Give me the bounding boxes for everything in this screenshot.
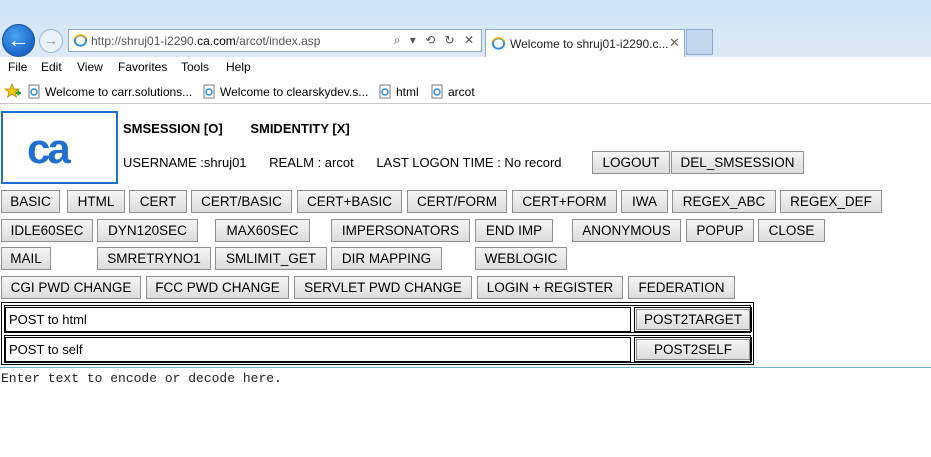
user-info: USERNAME :shruj01 REALM : arcot LAST LOG… [123,155,581,170]
post2target-button[interactable]: POST2TARGET [636,309,750,330]
ca-logo-icon: ca [27,125,74,172]
weblogic-button[interactable]: WEBLOGIC [475,247,567,270]
arrow-right-icon: → [44,32,58,48]
logout-button[interactable]: LOGOUT [592,151,670,174]
tab-title: Welcome to shruj01-i2290.c... [510,37,669,51]
ie-tab-icon [491,37,506,50]
close-button[interactable]: CLOSE [758,219,825,242]
post2self-button[interactable]: POST2SELF [636,339,750,360]
address-tools[interactable]: ⌕ ▾ ⟲ ↻ ✕ [394,33,477,48]
mail-button[interactable]: MAIL [1,247,51,270]
smsession-status: SMSESSION [O] [123,121,223,136]
iwa-button[interactable]: IWA [621,190,668,213]
favorite-link[interactable]: Welcome to clearskydev.s... [203,84,368,99]
menu-favorites[interactable]: Favorites [118,60,167,74]
address-url[interactable]: http://shruj01-i2290.ca.com/arcot/index.… [91,34,320,48]
post-html-row: POST to html POST2TARGET [4,305,752,333]
post2target-cell: POST2TARGET [634,307,752,332]
post2self-cell: POST2SELF [634,337,752,362]
anonymous-button[interactable]: ANONYMOUS [572,219,681,242]
page-content: ca SMSESSION [O] SMIDENTITY [X] USERNAME… [0,104,931,457]
favorites-bar: Welcome to carr.solutions... Welcome to … [0,79,931,104]
forward-button[interactable]: → [39,29,63,53]
page-icon [203,84,215,99]
cert-form-button[interactable]: CERT/FORM [407,190,507,213]
page-icon [28,84,40,99]
page-icon [379,84,391,99]
post-html-input[interactable]: POST to html [5,307,631,332]
impersonators-button[interactable]: IMPERSONATORS [331,219,470,242]
dyn120sec-button[interactable]: DYN120SEC [97,219,198,242]
favorite-link[interactable]: Welcome to carr.solutions... [28,84,192,99]
smretryno1-button[interactable]: SMRETRYNO1 [97,247,211,270]
new-tab-button[interactable] [686,29,713,55]
cert-plus-basic-button[interactable]: CERT+BASIC [297,190,402,213]
logo-text: ca [27,125,71,172]
encode-decode-textarea[interactable]: Enter text to encode or decode here. [0,367,931,457]
dir-mapping-button[interactable]: DIR MAPPING [331,247,442,270]
address-bar[interactable]: http://shruj01-i2290.ca.com/arcot/index.… [68,29,482,52]
session-flags: SMSESSION [O] SMIDENTITY [X] [123,121,374,136]
arrow-left-icon: ← [7,27,30,52]
post-self-input[interactable]: POST to self [5,337,631,362]
last-logon-label: LAST LOGON TIME : No record [376,155,562,170]
close-icon[interactable]: ✕ [669,35,680,51]
menu-view[interactable]: View [77,60,103,74]
login-register-button[interactable]: LOGIN + REGISTER [477,276,623,299]
favorites-star-icon[interactable] [4,83,22,99]
del-smsession-button[interactable]: DEL_SMSESSION [671,151,804,174]
favorite-link[interactable]: html [379,84,419,99]
browser-chrome: ← → http://shruj01-i2290.ca.com/arcot/in… [0,0,931,57]
post-self-row: POST to self POST2SELF [4,335,752,363]
tab-active[interactable]: Welcome to shruj01-i2290.c... ✕ [485,29,685,57]
fcc-pwd-change-button[interactable]: FCC PWD CHANGE [146,276,289,299]
post-form-table: POST to html POST2TARGET POST to self PO… [1,302,754,365]
smidentity-status: SMIDENTITY [X] [250,121,350,136]
menu-file[interactable]: File [8,60,27,74]
max60sec-button[interactable]: MAX60SEC [215,219,310,242]
regex-def-button[interactable]: REGEX_DEF [780,190,882,213]
ca-logo: ca [1,111,118,184]
menu-help[interactable]: Help [226,60,251,74]
menu-bar: File Edit View Favorites Tools Help [0,57,931,79]
username-label: USERNAME :shruj01 [123,155,247,170]
popup-button[interactable]: POPUP [686,219,754,242]
cgi-pwd-change-button[interactable]: CGI PWD CHANGE [1,276,141,299]
menu-tools[interactable]: Tools [181,60,209,74]
page-icon [431,84,443,99]
html-button[interactable]: HTML [67,190,125,213]
cert-button[interactable]: CERT [129,190,187,213]
favorite-link[interactable]: arcot [431,84,475,99]
smlimit-get-button[interactable]: SMLIMIT_GET [215,247,327,270]
cert-plus-form-button[interactable]: CERT+FORM [512,190,617,213]
end-imp-button[interactable]: END IMP [475,219,553,242]
servlet-pwd-change-button[interactable]: SERVLET PWD CHANGE [294,276,472,299]
cert-basic-button[interactable]: CERT/BASIC [191,190,292,213]
ie-page-icon [73,34,88,47]
basic-button[interactable]: BASIC [1,190,60,213]
back-button[interactable]: ← [2,24,35,57]
federation-button[interactable]: FEDERATION [628,276,735,299]
regex-abc-button[interactable]: REGEX_ABC [672,190,776,213]
realm-label: REALM : arcot [269,155,354,170]
idle60sec-button[interactable]: IDLE60SEC [1,219,93,242]
menu-edit[interactable]: Edit [41,60,62,74]
